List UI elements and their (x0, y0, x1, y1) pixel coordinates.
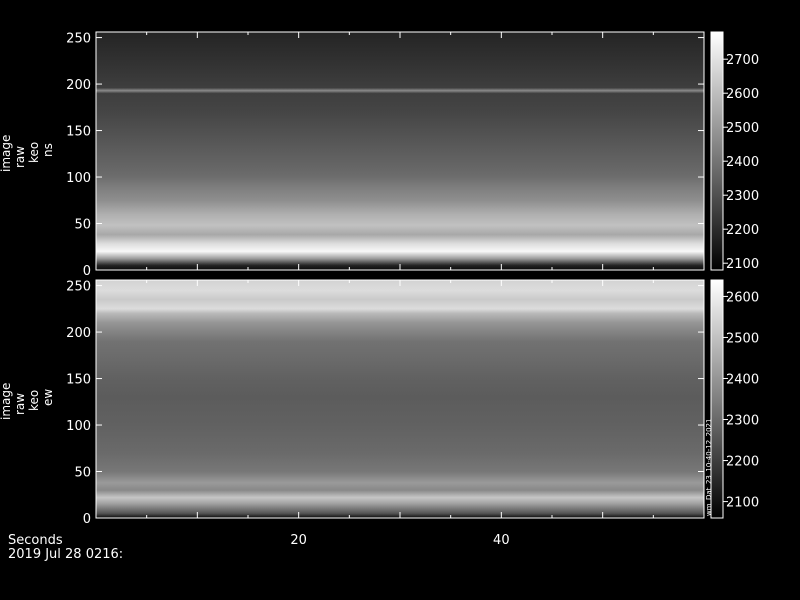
y-tick-label: 150 (66, 373, 91, 388)
x-tick-label: 20 (290, 533, 307, 548)
panel-ew-ylabel-line-4: ew (41, 389, 55, 406)
y-tick-label: 50 (74, 466, 91, 481)
panel-ew: 050100150200250 image raw keo ew wm_Dat_… (0, 279, 759, 527)
keogram-figure: 050100150200250 image raw keo ns 2100220… (0, 31, 759, 562)
colorbar-tick-label: 2100 (726, 496, 759, 511)
colorbar-tick-label: 2400 (726, 372, 759, 387)
y-tick-label: 250 (66, 280, 91, 295)
colorbar-tick-label: 2300 (726, 189, 759, 204)
panel-ew-ylabel-line-3: keo (27, 390, 41, 411)
y-tick-label: 150 (66, 125, 91, 140)
panel-ew-y-label: image raw keo ew (0, 383, 55, 420)
colorbar-tick-label: 2600 (726, 87, 759, 102)
y-tick-label: 200 (66, 78, 91, 93)
y-tick-label: 0 (83, 264, 91, 279)
y-tick-label: 100 (66, 171, 91, 186)
panel-ns-ylabel-line-3: keo (27, 142, 41, 163)
y-tick-label: 0 (83, 512, 91, 527)
x-axis-date: 2019 Jul 28 0216: (8, 547, 123, 562)
colorbar-ew (711, 280, 723, 518)
colorbar-tick-label: 2200 (726, 455, 759, 470)
y-tick-label: 50 (74, 218, 91, 233)
panel-ns-ylabel-line-2: raw (13, 146, 27, 168)
panel-ew-ylabel-line-2: raw (13, 393, 27, 415)
colorbar-ns (711, 32, 723, 270)
colorbar-tick-label: 2500 (726, 121, 759, 136)
keogram-image-ew (96, 280, 704, 518)
x-axis-label: Seconds (8, 533, 63, 548)
panel-ew-ylabel-line-1: image (0, 383, 13, 420)
keogram-image-ns (96, 32, 704, 270)
panel-ns: 0 50 100 150 200 250 image raw keo ns 2100 220… (0, 31, 759, 279)
colorbar-tick-label: 2400 (726, 155, 759, 170)
panel-ns-ylabel-line-1: image (0, 135, 13, 172)
y-tick-label: 250 (66, 32, 91, 47)
colorbar-ew-ticks: 2100 2200 2300 2400 2500 2600 (723, 290, 759, 511)
x-tick-label: 40 (493, 533, 510, 548)
y-tick-label: 100 (66, 419, 91, 434)
colorbar-tick-label: 2500 (726, 331, 759, 346)
colorbar-tick-label: 2200 (726, 223, 759, 238)
panel-ns-ylabel-line-4: ns (41, 143, 55, 157)
colorbar-tick-label: 2300 (726, 414, 759, 429)
panel-ns-y-label: image raw keo ns (0, 135, 55, 172)
colorbar-tick-label: 2100 (726, 257, 759, 272)
y-tick-label: 200 (66, 326, 91, 341)
colorbar-tick-label: 2700 (726, 53, 759, 68)
colorbar-tick-label: 2600 (726, 290, 759, 305)
colorbar-ns-ticks: 2100 2200 2300 2400 2500 2600 2700 (723, 53, 759, 272)
